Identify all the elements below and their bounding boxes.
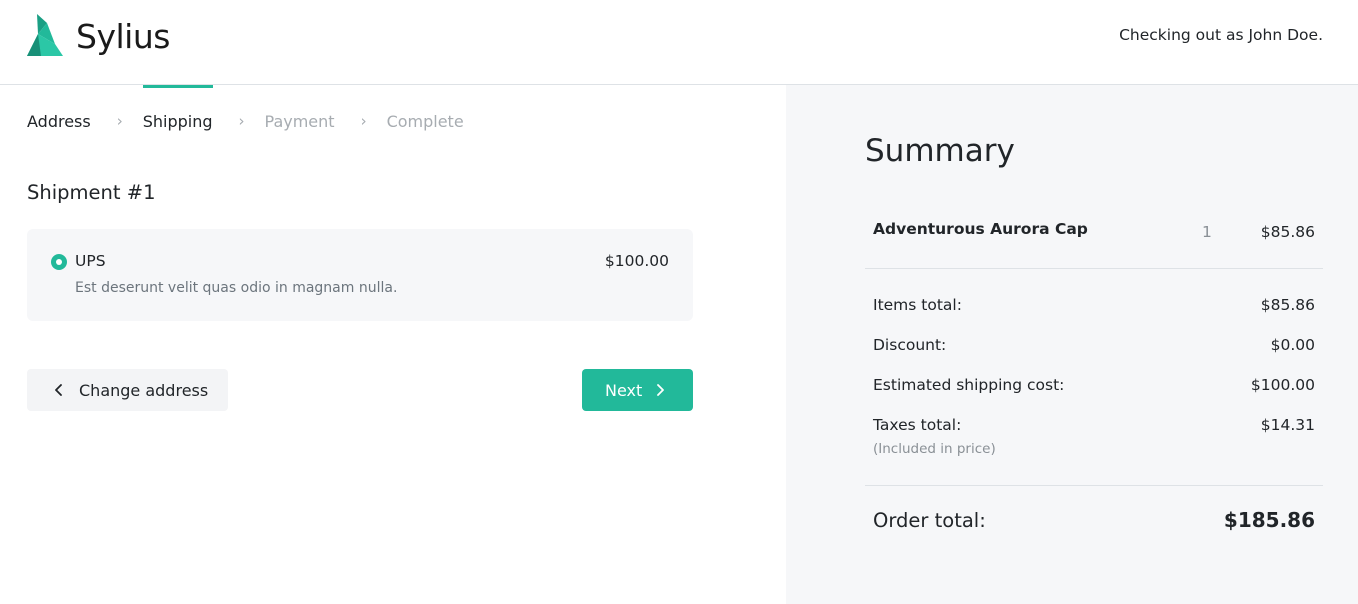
sylius-logo[interactable]: Sylius bbox=[27, 14, 170, 56]
items-total-value: $85.86 bbox=[1260, 296, 1315, 314]
step-address[interactable]: Address bbox=[27, 85, 91, 157]
items-total-label: Items total: bbox=[873, 296, 962, 314]
shipment-title: Shipment #1 bbox=[27, 181, 156, 204]
step-shipping[interactable]: Shipping bbox=[142, 85, 213, 157]
shipping-method-price: $100.00 bbox=[604, 252, 669, 270]
order-summary: Summary Adventurous Aurora Cap 1 $85.86 … bbox=[786, 85, 1358, 604]
taxes-total-row: Taxes total: $14.31 bbox=[873, 416, 1315, 434]
header: Sylius Checking out as John Doe. bbox=[0, 0, 1358, 85]
item-price: $85.86 bbox=[1260, 223, 1315, 241]
chevron-right-icon bbox=[657, 384, 665, 396]
shipping-method-description: Est deserunt velit quas odio in magnam n… bbox=[75, 280, 398, 296]
checking-out-text: Checking out as John Doe. bbox=[1119, 26, 1323, 44]
swan-logo-icon bbox=[27, 14, 63, 56]
step-separator-icon: › bbox=[116, 112, 123, 130]
summary-item-row: Adventurous Aurora Cap 1 $85.86 bbox=[865, 208, 1323, 269]
checkout-main: Address › Shipping › Payment › Complete … bbox=[0, 85, 786, 604]
change-address-button[interactable]: Change address bbox=[27, 369, 228, 411]
shipping-cost-label: Estimated shipping cost: bbox=[873, 376, 1065, 394]
shipping-cost-value: $100.00 bbox=[1250, 376, 1315, 394]
step-payment: Payment bbox=[264, 111, 335, 131]
discount-value: $0.00 bbox=[1270, 336, 1315, 354]
order-total-label: Order total: bbox=[873, 509, 986, 532]
order-total-value: $185.86 bbox=[1223, 508, 1315, 532]
step-separator-icon: › bbox=[360, 112, 367, 130]
item-name: Adventurous Aurora Cap bbox=[873, 220, 1088, 238]
taxes-total-value: $14.31 bbox=[1260, 416, 1315, 434]
brand-name: Sylius bbox=[76, 16, 170, 56]
shipping-cost-row: Estimated shipping cost: $100.00 bbox=[873, 376, 1315, 394]
next-label: Next bbox=[605, 380, 643, 400]
taxes-total-label: Taxes total: bbox=[873, 416, 962, 434]
discount-row: Discount: $0.00 bbox=[873, 336, 1315, 354]
discount-label: Discount: bbox=[873, 336, 947, 354]
next-button[interactable]: Next bbox=[582, 369, 693, 411]
checkout-steps: Address › Shipping › Payment › Complete bbox=[27, 85, 464, 157]
radio-selected-icon[interactable] bbox=[51, 254, 67, 270]
shipping-method-ups[interactable]: UPS Est deserunt velit quas odio in magn… bbox=[27, 229, 693, 321]
summary-totals: Items total: $85.86 Discount: $0.00 Esti… bbox=[865, 269, 1323, 486]
summary-title: Summary bbox=[865, 133, 1015, 169]
item-quantity: 1 bbox=[1202, 223, 1212, 241]
chevron-left-icon bbox=[55, 384, 62, 396]
change-address-label: Change address bbox=[79, 380, 209, 400]
step-separator-icon: › bbox=[238, 112, 245, 130]
taxes-included-note: (Included in price) bbox=[873, 441, 996, 457]
items-total-row: Items total: $85.86 bbox=[873, 296, 1315, 314]
shipping-method-name: UPS bbox=[75, 252, 106, 270]
step-complete: Complete bbox=[386, 111, 464, 131]
